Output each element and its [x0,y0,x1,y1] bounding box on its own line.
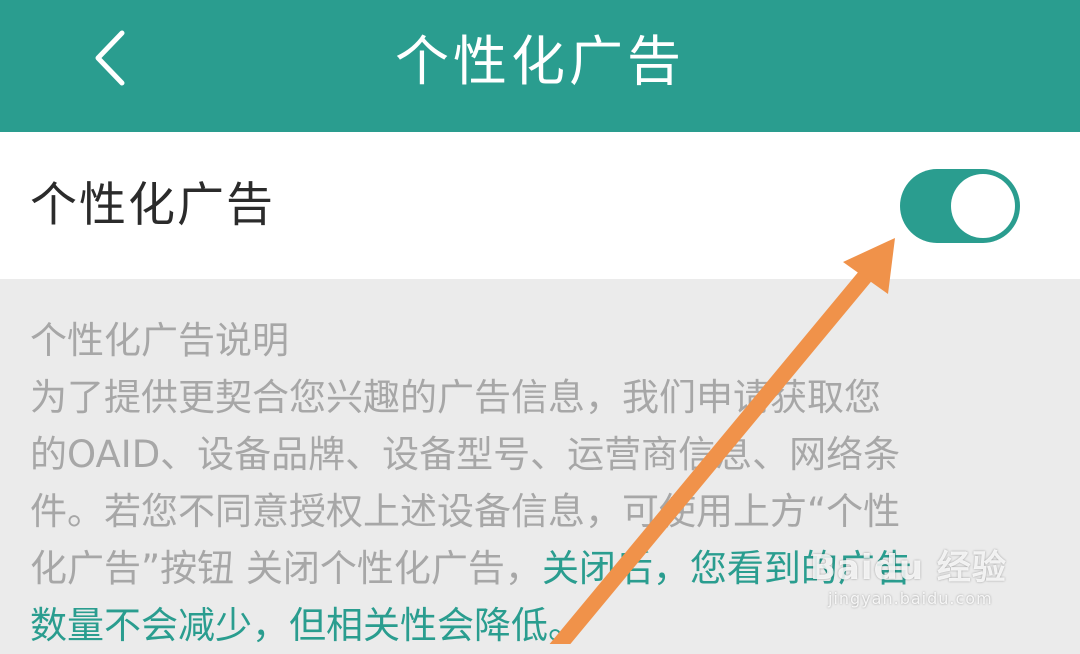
setting-label: 个性化广告 [30,178,275,233]
toggle-knob [951,174,1015,238]
watermark-logo: Baidu 经验 [810,548,1007,588]
personalized-ads-toggle[interactable] [900,169,1020,243]
description-line: 的OAID、设备品牌、设备型号、运营商信息、网络条 [30,433,901,476]
back-button[interactable] [70,18,150,98]
watermark-url: jingyan.baidu.com [828,589,993,608]
description-title: 个性化广告说明 [30,319,289,362]
description-line: 为了提供更契合您兴趣的广告信息，我们申请获取您 [30,376,881,419]
description-line: 件。若您不同意授权上述设备信息，可使用上方“个性 [30,490,901,533]
page-title: 个性化广告 [395,30,685,93]
description-line: 化广告”按钮 关闭个性化广告， [30,547,542,590]
chevron-left-icon [95,30,125,86]
personalized-ads-setting-row: 个性化广告 [0,132,1080,279]
app-header: 个性化广告 [0,0,1080,132]
baidu-watermark: Baidu 经验 jingyan.baidu.com [810,548,1050,628]
